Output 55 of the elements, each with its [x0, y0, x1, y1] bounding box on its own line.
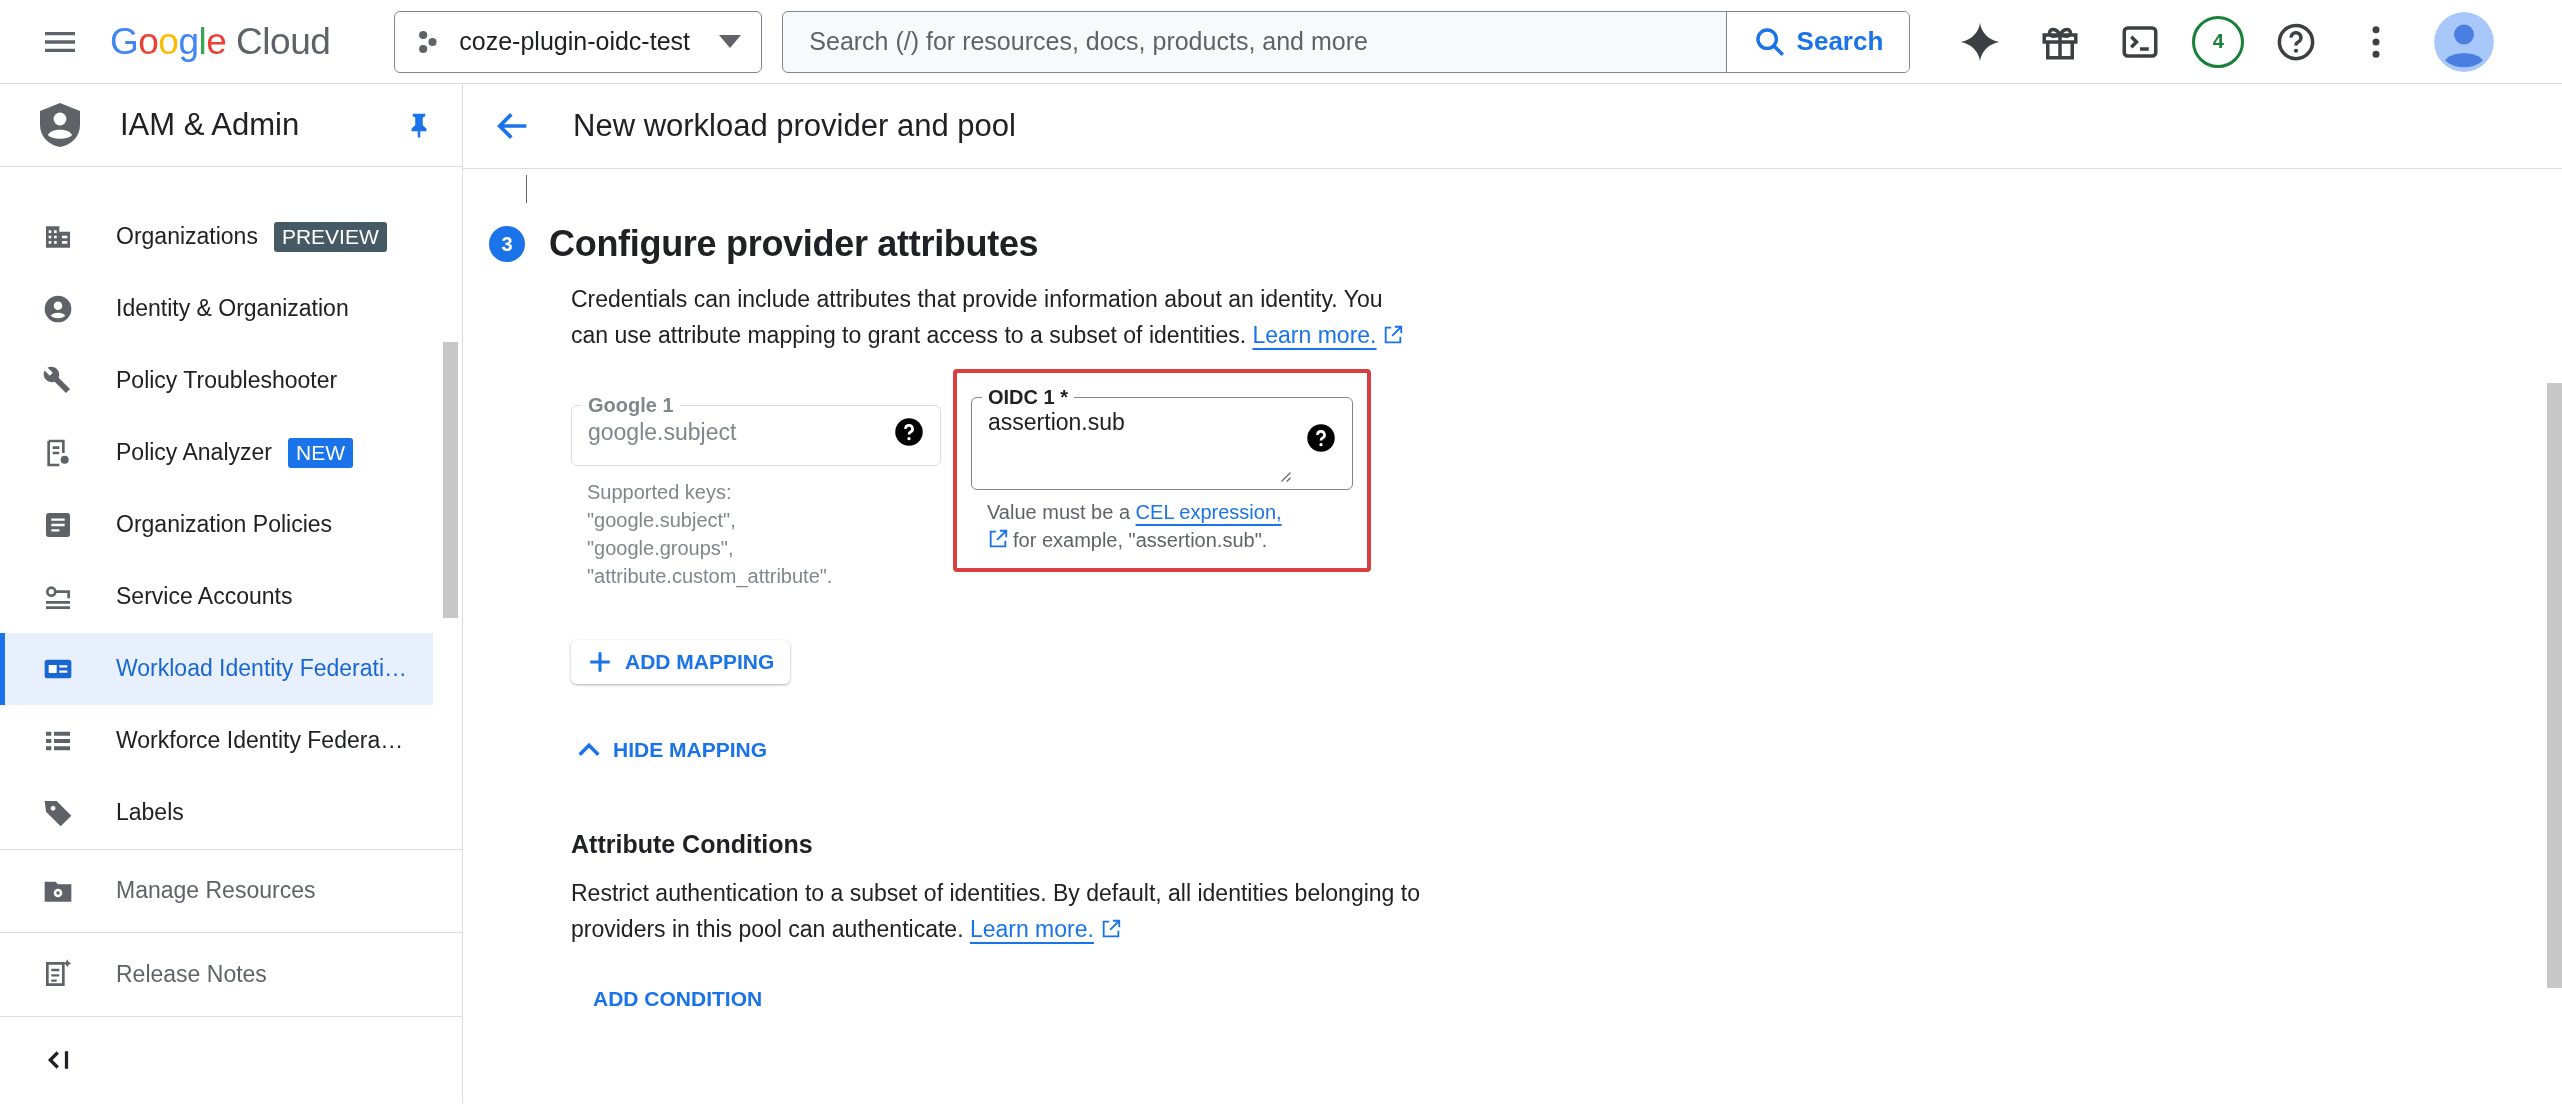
- text-input[interactable]: assertion.sub: [988, 409, 1306, 436]
- field-label: Google 1: [587, 393, 675, 417]
- item-label: Workforce Identity Federa…: [116, 727, 404, 755]
- search-field[interactable]: Search (/) for resources, docs, products, and more Search: [782, 10, 1911, 73]
- sidebar-item[interactable]: Policy Analyzer NEW: [0, 416, 433, 489]
- sidebar-item[interactable]: Organization Policies: [0, 488, 433, 561]
- add-mapping-button[interactable]: ADD MAPPING: [571, 640, 791, 684]
- help-icon[interactable]: [1306, 423, 1336, 453]
- item-label: Organizations: [116, 223, 258, 251]
- plus-icon: [587, 649, 613, 675]
- sidebar-item[interactable]: Service Accounts: [0, 560, 433, 633]
- learn-more-link[interactable]: Learn more.: [1252, 322, 1377, 348]
- help-icon[interactable]: [894, 417, 924, 447]
- step-number: 3: [489, 226, 525, 262]
- scrollbar-thumb[interactable]: [443, 342, 458, 618]
- sidebar-item[interactable]: Organizations PREVIEW: [0, 200, 433, 273]
- item-label: Workload Identity Federati…: [116, 655, 408, 683]
- logo[interactable]: Google Cloud: [110, 20, 331, 63]
- learn-more-link[interactable]: Learn more.: [969, 916, 1094, 942]
- helper-text: Supported keys: "google.subject", "google.groups", "attribute.custom_attribute".: [587, 480, 834, 590]
- sidebar-item[interactable]: Identity & Organization: [0, 272, 433, 345]
- avatar-icon[interactable]: [2434, 11, 2495, 72]
- notification-count[interactable]: 4: [2192, 15, 2245, 68]
- page-title: New workload provider and pool: [573, 108, 1016, 144]
- item-label: Organization Policies: [116, 511, 333, 539]
- sidebar-title: IAM & Admin: [120, 106, 301, 143]
- section-title: Configure provider attributes: [549, 223, 1039, 265]
- status-tag: PREVIEW: [273, 221, 387, 252]
- caret-icon: [719, 35, 742, 48]
- external-link-icon[interactable]: [987, 528, 1009, 550]
- item-label: Labels: [116, 799, 184, 827]
- item-label: Policy Analyzer: [116, 439, 272, 467]
- item-label: Policy Troubleshooter: [116, 367, 338, 395]
- sidebar-link[interactable]: Manage Resources: [0, 848, 462, 933]
- hide-mapping-button[interactable]: HIDE MAPPING: [571, 736, 767, 764]
- helper-text: Value must be a CEL expression, for example, "assertion.sub".: [987, 500, 1283, 553]
- description-text: Restrict authentication to a subset of identities. By default, all identities belonging to providers in this pool can authenticate. Learn more.: [571, 879, 1421, 944]
- description-text: Credentials can include attributes that provide information about an identity. You can use attribute mapping to grant access to a subset of identities. Learn more.: [571, 281, 1416, 353]
- text-input[interactable]: google.subject: [588, 418, 894, 446]
- cel-expression-link[interactable]: CEL expression,: [1135, 501, 1282, 523]
- add-condition-button[interactable]: ADD CONDITION: [571, 977, 785, 1021]
- sidebar-item[interactable]: Labels: [0, 776, 433, 849]
- status-tag: NEW: [287, 437, 353, 468]
- field-label: OIDC 1 *: [987, 385, 1070, 409]
- search-button[interactable]: Search: [1725, 11, 1910, 72]
- scrollbar-thumb[interactable]: [2547, 383, 2562, 988]
- sidebar-item[interactable]: Workload Identity Federati…: [0, 632, 433, 705]
- external-link-icon[interactable]: [1382, 324, 1405, 346]
- item-label: Identity & Organization: [116, 295, 349, 323]
- sidebar-link[interactable]: Release Notes: [0, 932, 462, 1016]
- item-label: Service Accounts: [116, 583, 293, 611]
- sidebar-item[interactable]: Workforce Identity Federa…: [0, 704, 433, 777]
- section-heading: Attribute Conditions: [571, 830, 814, 859]
- sidebar-item[interactable]: Policy Troubleshooter: [0, 344, 433, 417]
- project-selector[interactable]: coze-plugin-oidc-test: [394, 10, 763, 73]
